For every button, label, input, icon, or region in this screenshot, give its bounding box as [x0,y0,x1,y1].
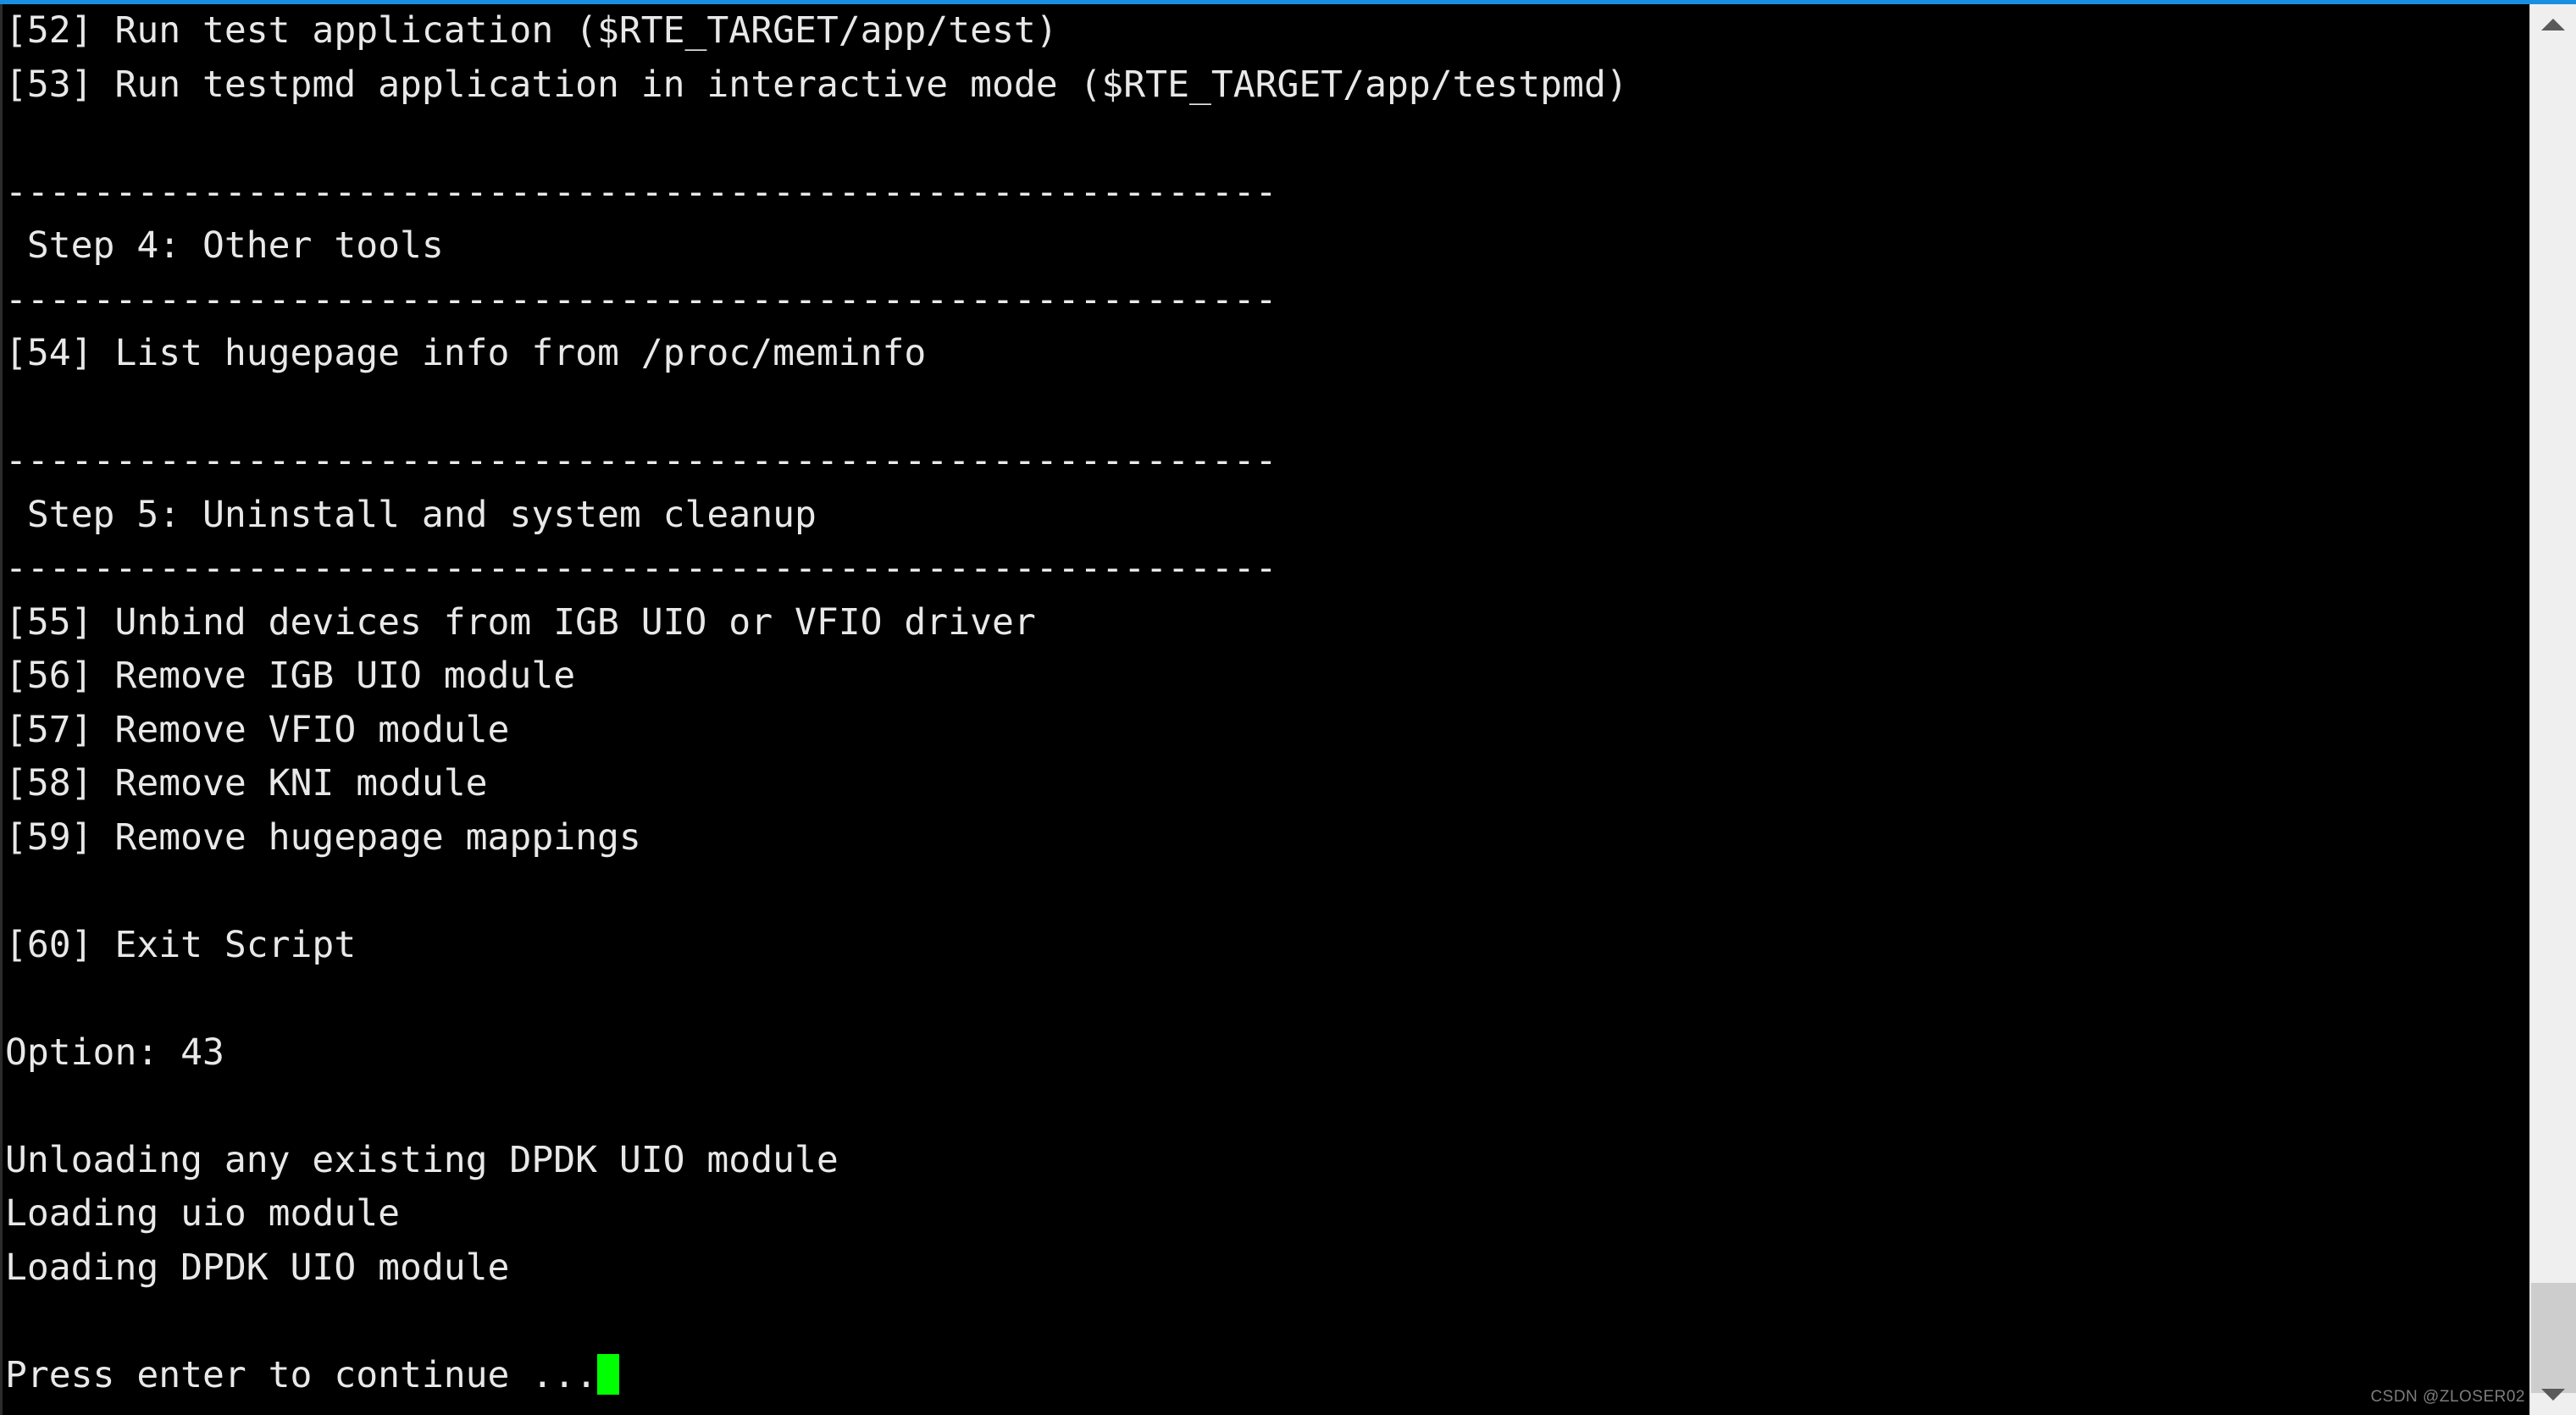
terminal-line: [58] Remove KNI module [5,762,488,804]
terminal-prompt-line[interactable]: Press enter to continue ... [3,1349,2529,1403]
terminal-line: [60] Exit Script [5,923,357,966]
terminal-separator-line: ----------------------------------------… [5,278,1277,321]
terminal-line: Loading uio module [5,1192,400,1235]
scrollbar-up-button[interactable] [2530,4,2576,45]
terminal-section-heading: Step 5: Uninstall and system cleanup [5,493,817,536]
terminal-output-area[interactable]: [52] Run test application ($RTE_TARGET/a… [3,4,2529,1415]
terminal-prompt-text: Press enter to continue ... [5,1353,597,1396]
terminal-window: [52] Run test application ($RTE_TARGET/a… [0,0,2576,1415]
vertical-scrollbar[interactable] [2529,4,2576,1415]
terminal-section-heading: Step 4: Other tools [5,224,444,267]
terminal-line: [55] Unbind devices from IGB UIO or VFIO… [5,600,1036,644]
terminal-separator-line: ----------------------------------------… [5,547,1277,589]
chevron-up-icon [2541,19,2565,30]
terminal-separator-line: ----------------------------------------… [5,170,1277,213]
terminal-separator-line: ----------------------------------------… [5,439,1277,482]
terminal-line: [59] Remove hugepage mappings [5,815,641,859]
terminal-line: [56] Remove IGB UIO module [5,655,576,697]
terminal-line: Loading DPDK UIO module [5,1246,510,1289]
terminal-line: [54] List hugepage info from /proc/memin… [5,332,927,374]
terminal-line: [53] Run testpmd application in interact… [5,63,1628,106]
scrollbar-down-button[interactable] [2530,1374,2576,1415]
chevron-down-icon [2541,1389,2565,1401]
text-cursor [596,1353,619,1395]
terminal-line: [57] Remove VFIO module [5,708,510,751]
terminal-line: [52] Run test application ($RTE_TARGET/a… [5,9,1058,52]
terminal-line: Unloading any existing DPDK UIO module [5,1138,839,1181]
terminal-option-echo-line: Option: 43 [5,1031,224,1074]
